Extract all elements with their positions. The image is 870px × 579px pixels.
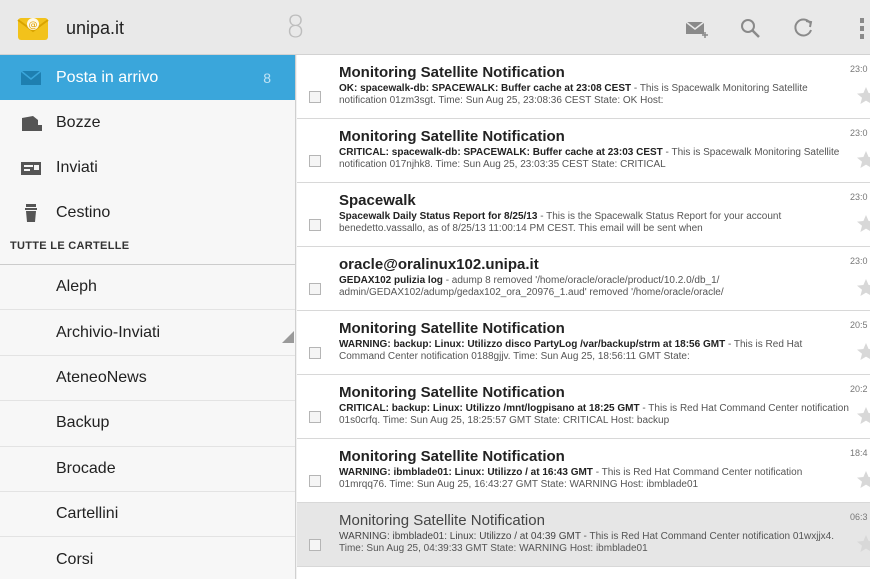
account-name[interactable]: unipa.it xyxy=(66,18,124,39)
subfolder-label: Corsi xyxy=(56,550,94,568)
subfolder-label: Brocade xyxy=(56,459,116,477)
folder-sent[interactable]: Inviati xyxy=(0,145,295,190)
message-subject: Spacewalk Daily Status Report for 8/25/1… xyxy=(339,211,538,222)
svg-text:@: @ xyxy=(29,21,38,31)
message-sender: Monitoring Satellite Notification xyxy=(339,128,565,145)
overflow-menu-icon[interactable] xyxy=(852,14,870,42)
trash-icon xyxy=(25,203,37,222)
select-checkbox[interactable] xyxy=(309,411,321,423)
subfolder-archivio-inviati[interactable]: Archivio-Inviati xyxy=(0,310,295,356)
message-preview: CRITICAL: spacewalk-db: SPACEWALK: Buffe… xyxy=(339,147,849,171)
unread-count: 8 xyxy=(286,10,306,45)
message-time: 23:0 xyxy=(850,192,868,202)
select-checkbox[interactable] xyxy=(309,219,321,231)
star-icon[interactable] xyxy=(855,533,870,555)
message-preview: WARNING: ibmblade01: Linux: Utilizzo / a… xyxy=(339,467,849,491)
message-time: 20:2 xyxy=(850,384,868,394)
subfolder-brocade[interactable]: Brocade xyxy=(0,447,295,492)
subfolder-ateneonews[interactable]: AteneoNews xyxy=(0,356,295,402)
drafts-icon xyxy=(22,115,42,131)
message-time: 06:3 xyxy=(850,512,868,522)
all-folders-header: TUTTE LE CARTELLE xyxy=(0,235,295,265)
folder-drafts[interactable]: Bozze xyxy=(0,100,295,145)
message-sender: Spacewalk xyxy=(339,192,416,209)
subfolder-corsi[interactable]: Corsi xyxy=(0,537,295,579)
search-icon[interactable] xyxy=(736,14,764,42)
subfolder-label: Backup xyxy=(56,414,110,432)
message-time: 23:0 xyxy=(850,64,868,74)
message-sender: Monitoring Satellite Notification xyxy=(339,512,545,529)
message-row[interactable]: Monitoring Satellite Notification CRITICA… xyxy=(297,375,870,439)
subfolder-cartellini[interactable]: Cartellini xyxy=(0,492,295,538)
select-checkbox[interactable] xyxy=(309,283,321,295)
star-icon[interactable] xyxy=(855,149,870,171)
message-subject: CRITICAL: spacewalk-db: SPACEWALK: Buffe… xyxy=(339,147,663,158)
subfolder-label: AteneoNews xyxy=(56,368,147,386)
star-icon[interactable] xyxy=(855,341,870,363)
sent-icon xyxy=(21,161,41,175)
message-row[interactable]: Monitoring Satellite Notification WARNING… xyxy=(297,439,870,503)
star-icon[interactable] xyxy=(855,405,870,427)
message-time: 20:5 xyxy=(850,320,868,330)
select-checkbox[interactable] xyxy=(309,347,321,359)
message-time: 18:4 xyxy=(850,448,868,458)
select-checkbox[interactable] xyxy=(309,91,321,103)
message-row[interactable]: Monitoring Satellite Notification WARNING… xyxy=(297,311,870,375)
message-row[interactable]: Spacewalk Spacewalk Daily Status Report f… xyxy=(297,183,870,247)
star-icon[interactable] xyxy=(855,85,870,107)
message-row[interactable]: oracle@oralinux102.unipa.it GEDAX102 puli… xyxy=(297,247,870,311)
folder-label: Inviati xyxy=(56,158,98,176)
message-preview: Spacewalk Daily Status Report for 8/25/1… xyxy=(339,211,849,235)
message-subject: OK: spacewalk-db: SPACEWALK: Buffer cach… xyxy=(339,83,632,94)
email-app: @ unipa.it 8 Posta in arrivo 8 Bozze Inv… xyxy=(0,0,870,579)
refresh-icon[interactable] xyxy=(790,14,818,42)
select-checkbox[interactable] xyxy=(309,539,321,551)
action-bar: @ unipa.it 8 xyxy=(0,0,870,55)
inbox-icon xyxy=(20,69,42,85)
message-subject: WARNING: ibmblade01: Linux: Utilizzo / a… xyxy=(339,467,593,478)
message-sender: Monitoring Satellite Notification xyxy=(339,320,565,337)
email-app-icon[interactable]: @ xyxy=(16,11,50,45)
message-preview: WARNING: ibmblade01: Linux: Utilizzo / a… xyxy=(339,531,849,555)
message-subject: CRITICAL: backup: Linux: Utilizzo /mnt/l… xyxy=(339,403,640,414)
message-row[interactable]: Monitoring Satellite Notification WARNING… xyxy=(297,503,870,567)
star-icon[interactable] xyxy=(855,469,870,491)
subfolder-aleph[interactable]: Aleph xyxy=(0,265,295,311)
folder-trash[interactable]: Cestino xyxy=(0,190,295,235)
star-icon[interactable] xyxy=(855,213,870,235)
message-time: 23:0 xyxy=(850,128,868,138)
folder-sidebar: Posta in arrivo 8 Bozze Inviati Cestino … xyxy=(0,55,296,579)
message-list: Monitoring Satellite Notification OK: spa… xyxy=(297,55,870,579)
folder-label: Posta in arrivo xyxy=(56,68,159,86)
compose-icon[interactable] xyxy=(683,14,711,42)
pane-resize-handle[interactable] xyxy=(282,331,294,343)
message-subject: GEDAX102 pulizia log xyxy=(339,275,443,286)
folder-label: Cestino xyxy=(56,203,111,221)
subfolder-label: Cartellini xyxy=(56,505,119,523)
message-row[interactable]: Monitoring Satellite Notification CRITICA… xyxy=(297,119,870,183)
select-checkbox[interactable] xyxy=(309,475,321,487)
message-time: 23:0 xyxy=(850,256,868,266)
message-preview: GEDAX102 pulizia log - adump 8 removed '… xyxy=(339,275,849,299)
folder-label: Bozze xyxy=(56,113,101,131)
message-preview: CRITICAL: backup: Linux: Utilizzo /mnt/l… xyxy=(339,403,849,427)
message-row[interactable]: Monitoring Satellite Notification OK: spa… xyxy=(297,55,870,119)
message-preview: WARNING: backup: Linux: Utilizzo disco P… xyxy=(339,339,849,363)
folder-unread-count: 8 xyxy=(263,69,271,86)
message-sender: oracle@oralinux102.unipa.it xyxy=(339,256,539,273)
subfolder-label: Archivio-Inviati xyxy=(56,323,161,341)
message-subject: WARNING: backup: Linux: Utilizzo disco P… xyxy=(339,339,726,350)
folder-inbox[interactable]: Posta in arrivo 8 xyxy=(0,55,295,100)
message-sender: Monitoring Satellite Notification xyxy=(339,448,565,465)
message-sender: Monitoring Satellite Notification xyxy=(339,384,565,401)
message-sender: Monitoring Satellite Notification xyxy=(339,64,565,81)
message-subject: WARNING: ibmblade01: Linux: Utilizzo / a… xyxy=(339,531,581,542)
select-checkbox[interactable] xyxy=(309,155,321,167)
message-preview: OK: spacewalk-db: SPACEWALK: Buffer cach… xyxy=(339,83,849,107)
star-icon[interactable] xyxy=(855,277,870,299)
subfolder-label: Aleph xyxy=(56,278,97,296)
subfolder-backup[interactable]: Backup xyxy=(0,401,295,447)
